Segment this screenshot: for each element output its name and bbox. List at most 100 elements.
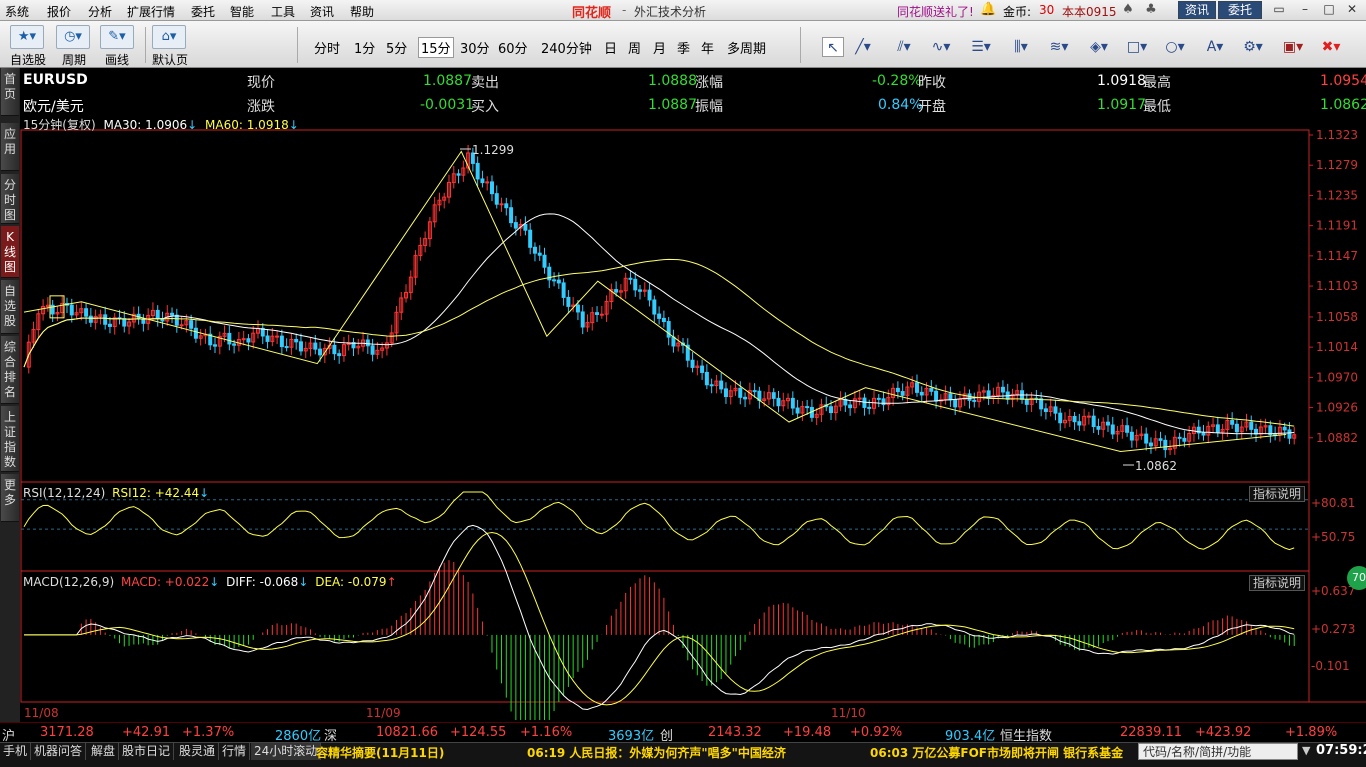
menu-extended-quotes[interactable]: 扩展行情: [127, 3, 175, 20]
period-timeshare[interactable]: 分时: [314, 38, 340, 57]
rsi-value: RSI12: +42.44: [112, 486, 200, 500]
macd-help-button[interactable]: 指标说明: [1249, 575, 1306, 591]
watchlist-label[interactable]: 自选股: [10, 51, 46, 68]
bell-icon[interactable]: 🔔: [980, 2, 996, 18]
candle-body: [227, 332, 232, 345]
home-icon[interactable]: ⌂▾: [152, 25, 186, 49]
candle-body: [1086, 415, 1091, 418]
default-page-label[interactable]: 默认页: [152, 51, 188, 68]
line-icon[interactable]: ╱▾: [852, 37, 874, 57]
tab-ranking[interactable]: 综合排名: [1, 336, 19, 404]
tab-more[interactable]: 更多: [1, 474, 19, 522]
parallel-icon[interactable]: ⫽▾: [893, 37, 915, 57]
settings-icon[interactable]: ⚙▾: [1242, 37, 1264, 57]
shirt-icon[interactable]: ♣: [1143, 2, 1159, 18]
rect-icon[interactable]: ◈▾: [1088, 37, 1110, 57]
menu-trade[interactable]: 委托: [191, 3, 215, 20]
news-ticker[interactable]: 容精华摘要(11月11日): [316, 744, 444, 761]
tab-kline[interactable]: K线图: [1, 226, 19, 278]
candle-body: [719, 380, 724, 390]
status-tab-diary[interactable]: 股市日记: [119, 743, 175, 760]
pencil-icon[interactable]: ✎▾: [100, 25, 134, 49]
candle-body: [170, 312, 175, 316]
menu-system[interactable]: 系统: [5, 3, 29, 20]
star-icon[interactable]: ★▾: [10, 25, 44, 49]
sz-change: +124.55: [450, 725, 507, 740]
channel-icon[interactable]: ≋▾: [1048, 37, 1070, 57]
news-button[interactable]: 资讯: [1178, 1, 1216, 19]
candle-body: [1158, 438, 1163, 441]
menu-help[interactable]: 帮助: [350, 3, 374, 20]
tab-timeshare[interactable]: 分时图: [1, 174, 19, 224]
chart-area[interactable]: 1.1323 1.1279 1.1235 1.1191 1.1147 1.1103 1.10…: [20, 116, 1366, 720]
chevron-down-icon[interactable]: ▼: [1302, 744, 1310, 757]
alarm-icon[interactable]: ♠: [1120, 2, 1136, 18]
period-60min[interactable]: 60分: [498, 38, 528, 57]
period-month[interactable]: 月: [653, 38, 666, 57]
period-1min[interactable]: 1分: [354, 38, 375, 57]
search-input[interactable]: 代码/名称/简拼/功能: [1138, 743, 1298, 760]
cursor-icon[interactable]: ↖: [822, 37, 844, 57]
period-multi[interactable]: 多周期: [727, 38, 766, 57]
period-5min[interactable]: 5分: [386, 38, 407, 57]
period-15min[interactable]: 15分: [418, 37, 454, 58]
tab-shanghai-index[interactable]: 上证指数: [1, 406, 19, 472]
status-tab-phone[interactable]: 手机: [0, 743, 32, 760]
kline-chart-svg[interactable]: 1.1323 1.1279 1.1235 1.1191 1.1147 1.1103 1.10…: [20, 116, 1366, 720]
maximize-icon[interactable]: □: [1320, 2, 1338, 18]
bars-icon[interactable]: ⫼▾: [1010, 37, 1032, 57]
tab-watchlist[interactable]: 自选股: [1, 280, 19, 334]
menu-analysis[interactable]: 分析: [88, 3, 112, 20]
title-separator: -: [622, 3, 627, 17]
menu-smart[interactable]: 智能: [230, 3, 254, 20]
y-tick-label: 1.1279: [1316, 158, 1358, 172]
floating-badge[interactable]: 70: [1347, 566, 1366, 590]
period-label[interactable]: 周期: [62, 51, 86, 68]
minimize-icon[interactable]: –: [1296, 2, 1314, 18]
macd-indicator-line: MACD(12,26,9) MACD: +0.022↓ DIFF: -0.068…: [23, 575, 397, 589]
candle-body: [599, 313, 604, 316]
clock-icon[interactable]: ◷▾: [56, 25, 90, 49]
tab-ranking-label: 综合排名: [3, 340, 16, 399]
macd-tick-label: -0.101: [1311, 659, 1350, 673]
username[interactable]: 本本0915: [1062, 3, 1117, 20]
period-season[interactable]: 季: [677, 38, 690, 57]
delete-icon[interactable]: ✖▾: [1320, 37, 1342, 57]
status-tab-qa[interactable]: 机器问答: [31, 743, 87, 760]
candle-body: [752, 390, 757, 393]
rsi-help-button[interactable]: 指标说明: [1249, 486, 1306, 502]
dea-value: DEA: -0.079: [315, 575, 387, 589]
news-ticker[interactable]: 06:03 万亿公募FOF市场即将开闸 银行系基金: [870, 744, 1123, 761]
period-year[interactable]: 年: [701, 38, 714, 57]
candle-body: [318, 348, 323, 356]
wave-icon[interactable]: ∿▾: [930, 37, 952, 57]
menu-tools[interactable]: 工具: [271, 3, 295, 20]
period-week[interactable]: 周: [628, 38, 641, 57]
tab-apps[interactable]: 应用: [1, 123, 19, 171]
close-icon[interactable]: ✕: [1343, 2, 1361, 18]
period-day[interactable]: 日: [604, 38, 617, 57]
status-tab-24h[interactable]: 24小时滚动: [251, 743, 322, 760]
circle-icon[interactable]: ○▾: [1164, 37, 1186, 57]
news-ticker[interactable]: 06:19 人民日报：外媒为何齐声"唱多"中国经济: [527, 744, 786, 761]
candle-body: [1201, 432, 1206, 436]
candle-body: [265, 335, 270, 342]
period-30min[interactable]: 30分: [460, 38, 490, 57]
menu-quote[interactable]: 报价: [47, 3, 71, 20]
tab-home[interactable]: 首页: [1, 68, 19, 116]
restore-icon[interactable]: ▭: [1270, 2, 1288, 18]
period-240min[interactable]: 240分钟: [541, 38, 592, 57]
status-tab-quotes[interactable]: 行情: [219, 743, 251, 760]
draw-label[interactable]: 画线: [105, 51, 129, 68]
menu-news[interactable]: 资讯: [310, 3, 334, 20]
fib-icon[interactable]: ☰▾: [970, 37, 992, 57]
candle-body: [1287, 429, 1292, 439]
tab-apps-label: 应用: [3, 127, 16, 156]
status-tab-lingtong[interactable]: 股灵通: [176, 743, 220, 760]
promo-link[interactable]: 同花顺送礼了!: [897, 3, 974, 20]
status-tab-market[interactable]: 解盘: [88, 743, 120, 760]
save-icon[interactable]: ▣▾: [1282, 37, 1304, 57]
trade-button[interactable]: 委托: [1218, 1, 1262, 19]
text-icon[interactable]: A▾: [1204, 37, 1226, 57]
square-icon[interactable]: □▾: [1126, 37, 1148, 57]
